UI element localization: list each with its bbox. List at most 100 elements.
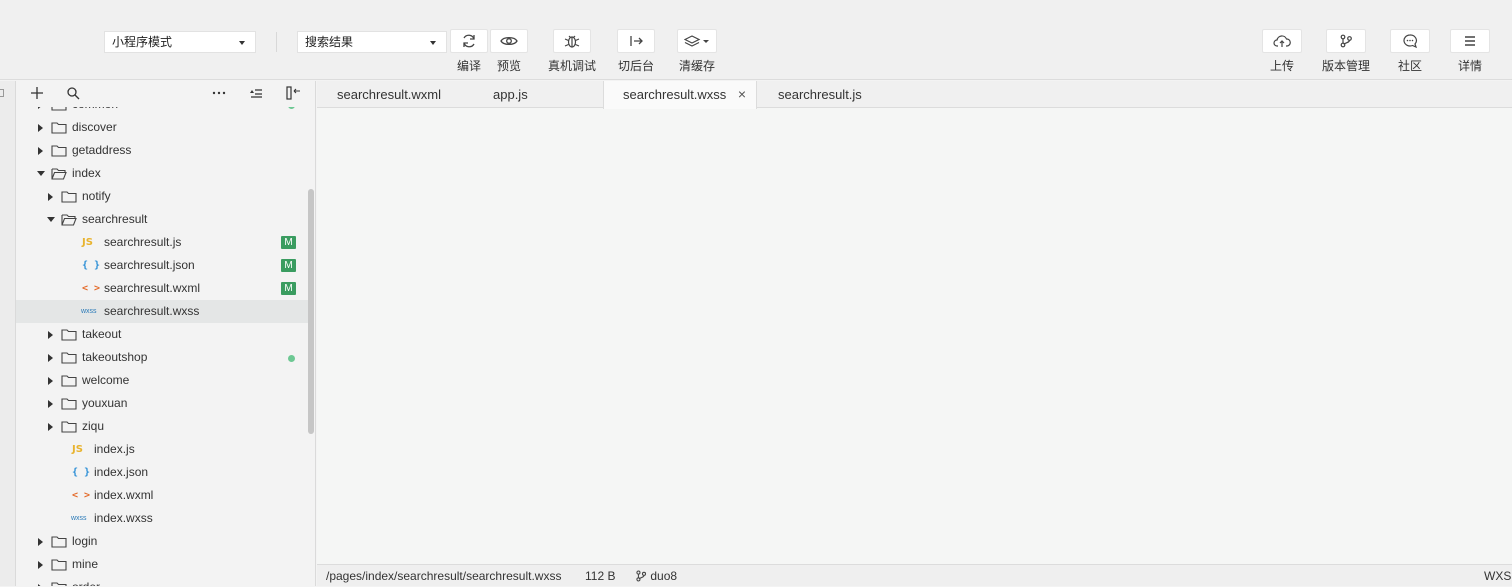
community-label: 社区 xyxy=(1397,59,1422,73)
tree-file[interactable]: JS index.js xyxy=(16,438,308,461)
community-button[interactable] xyxy=(1390,29,1430,53)
tree-file[interactable]: < > searchresult.wxml M xyxy=(16,277,308,300)
more-icon[interactable] xyxy=(212,86,226,100)
tree-item-label: searchresult.js xyxy=(104,235,182,249)
change-indicator-dot xyxy=(288,107,295,109)
folder-open-icon xyxy=(51,168,67,180)
status-file-path[interactable]: /pages/index/searchresult/searchresult.w… xyxy=(326,565,561,587)
chevron-right-icon[interactable] xyxy=(48,331,53,339)
search-icon[interactable] xyxy=(66,86,80,100)
tree-file[interactable]: < > index.wxml xyxy=(16,484,308,507)
change-indicator-dot xyxy=(288,355,295,362)
tree-folder[interactable]: discover xyxy=(16,116,308,139)
tree-item-label: getaddress xyxy=(72,143,132,157)
tree-folder[interactable]: takeoutshop xyxy=(16,346,308,369)
tree-folder[interactable]: mine xyxy=(16,553,308,576)
collapse-all-icon[interactable] xyxy=(249,86,263,100)
folder-icon xyxy=(51,536,67,548)
tree-folder[interactable]: searchresult xyxy=(16,208,308,231)
eye-icon xyxy=(500,36,518,46)
editor-area[interactable]: searchresult.wxml app.js searchresult.wx… xyxy=(317,81,1512,564)
folder-icon xyxy=(61,398,77,410)
tree-item-label: index.wxml xyxy=(94,488,154,502)
folder-icon xyxy=(51,122,67,134)
tree-file[interactable]: JS searchresult.js M xyxy=(16,231,308,254)
wxml-file-icon: < > xyxy=(82,283,101,294)
tree-item-label: login xyxy=(72,534,98,548)
folder-icon xyxy=(61,191,77,203)
tree-item-label: mine xyxy=(72,557,99,571)
tree-folder[interactable]: welcome xyxy=(16,369,308,392)
upload-button[interactable] xyxy=(1262,29,1302,53)
modified-badge: M xyxy=(281,259,296,272)
tree-item-label: index.wxss xyxy=(94,511,153,525)
tree-folder[interactable]: login xyxy=(16,530,308,553)
toolbar-divider xyxy=(276,32,277,52)
tree-file[interactable]: wxss index.wxss xyxy=(16,507,308,530)
json-file-icon: { } xyxy=(72,467,91,478)
chevron-down-icon[interactable] xyxy=(47,217,55,222)
close-icon[interactable]: × xyxy=(738,81,746,108)
switch-background-label: 切后台 xyxy=(617,59,654,73)
tab-searchresult-wxml[interactable]: searchresult.wxml xyxy=(337,81,477,108)
tab-searchresult-wxss[interactable]: searchresult.wxss × xyxy=(603,81,757,109)
chevron-right-icon[interactable] xyxy=(38,107,43,109)
status-bar: /pages/index/searchresult/searchresult.w… xyxy=(317,564,1512,586)
modified-badge: M xyxy=(281,236,296,249)
chevron-right-icon[interactable] xyxy=(48,423,53,431)
chevron-right-icon[interactable] xyxy=(38,538,43,546)
wxml-file-icon: < > xyxy=(72,490,91,501)
tree-folder[interactable]: common xyxy=(16,107,308,116)
json-file-icon: { } xyxy=(82,260,101,271)
layers-icon xyxy=(684,35,709,47)
tree-item-label: takeout xyxy=(82,327,122,341)
tree-folder[interactable]: getaddress xyxy=(16,139,308,162)
chevron-right-icon[interactable] xyxy=(48,400,53,408)
preview-button[interactable] xyxy=(490,29,528,53)
clear-cache-button[interactable] xyxy=(677,29,717,53)
preview-label: 预览 xyxy=(496,59,521,73)
chevron-down-icon[interactable] xyxy=(37,171,45,176)
panel-toggle-icon[interactable] xyxy=(0,89,4,97)
tree-file[interactable]: { } index.json xyxy=(16,461,308,484)
tab-app-js[interactable]: app.js xyxy=(493,81,553,108)
details-button[interactable] xyxy=(1450,29,1490,53)
status-language[interactable]: WXSS xyxy=(1484,565,1512,587)
remote-debug-button[interactable] xyxy=(553,29,591,53)
tree-item-label: searchresult.wxss xyxy=(104,304,200,318)
page-select[interactable]: 搜索结果 xyxy=(297,31,447,53)
status-branch[interactable]: duo8 xyxy=(635,565,677,587)
chevron-right-icon[interactable] xyxy=(48,193,53,201)
compile-button[interactable] xyxy=(450,29,488,53)
explorer-scrollbar[interactable] xyxy=(308,189,314,434)
js-file-icon: JS xyxy=(72,444,83,455)
tree-folder[interactable]: index xyxy=(16,162,308,185)
tree-item-label: searchresult.json xyxy=(104,258,195,272)
chevron-down-icon xyxy=(430,41,436,45)
chevron-right-icon[interactable] xyxy=(38,124,43,132)
plus-icon[interactable] xyxy=(30,86,44,100)
chevron-right-icon[interactable] xyxy=(38,147,43,155)
tree-folder[interactable]: takeout xyxy=(16,323,308,346)
chevron-right-icon[interactable] xyxy=(38,561,43,569)
chevron-right-icon[interactable] xyxy=(48,354,53,362)
toggle-panel-icon[interactable] xyxy=(286,86,302,100)
switch-background-button[interactable] xyxy=(617,29,655,53)
folder-icon xyxy=(61,421,77,433)
tree-file[interactable]: wxss searchresult.wxss xyxy=(16,300,308,323)
tree-folder[interactable]: notify xyxy=(16,185,308,208)
tree-folder[interactable]: ziqu xyxy=(16,415,308,438)
tab-searchresult-js[interactable]: searchresult.js xyxy=(778,81,888,108)
tab-label: searchresult.wxml xyxy=(337,87,442,102)
chevron-right-icon[interactable] xyxy=(48,377,53,385)
branch-name: duo8 xyxy=(650,569,678,583)
tree-folder[interactable]: order xyxy=(16,576,308,586)
tree-item-label: order xyxy=(72,576,100,586)
upload-label: 上传 xyxy=(1269,59,1294,73)
mode-select[interactable]: 小程序模式 xyxy=(104,31,256,53)
version-control-button[interactable] xyxy=(1326,29,1366,53)
wxss-file-icon: wxss xyxy=(71,515,87,522)
tree-folder[interactable]: youxuan xyxy=(16,392,308,415)
tree-file[interactable]: { } searchresult.json M xyxy=(16,254,308,277)
tab-label: app.js xyxy=(493,87,528,102)
